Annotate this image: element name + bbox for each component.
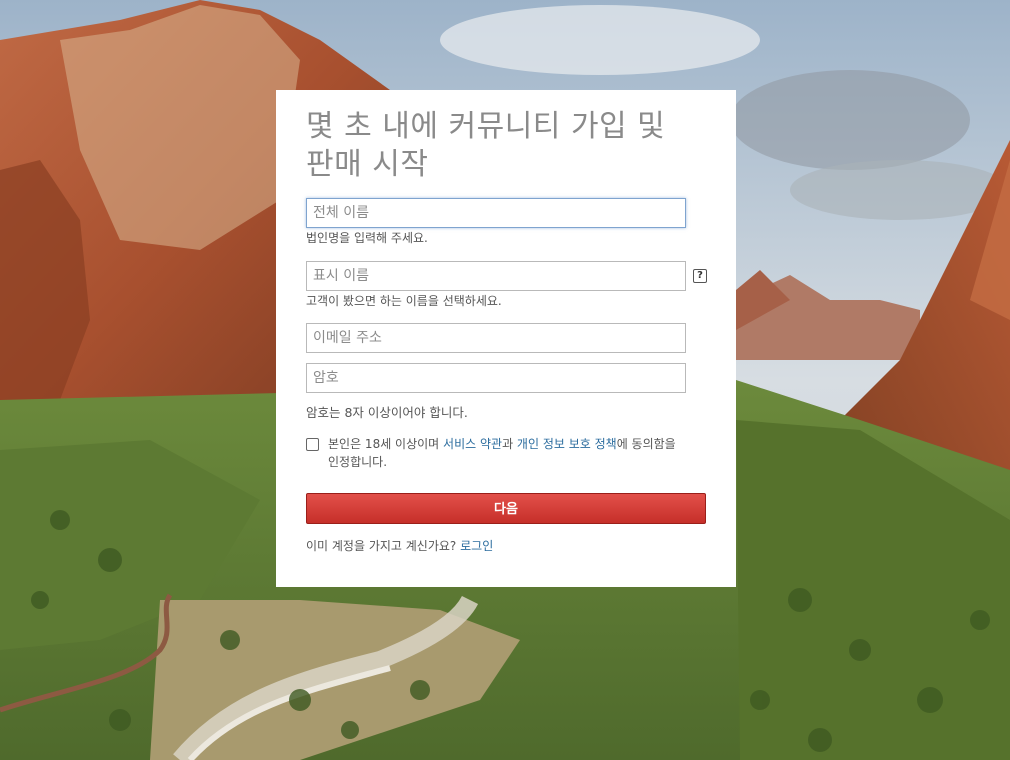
login-row: 이미 계정을 가지고 계신가요? 로그인 (306, 537, 706, 554)
display-name-input[interactable] (307, 262, 685, 290)
display-name-field: ? (306, 261, 707, 291)
privacy-policy-link[interactable]: 개인 정보 보호 정책 (517, 437, 617, 451)
email-field (306, 323, 686, 353)
signup-card: 몇 초 내에 커뮤니티 가입 및 판매 시작 법인명을 입력해 주세요. ? 고… (276, 90, 736, 587)
question-icon[interactable]: ? (693, 269, 707, 283)
full-name-row: 법인명을 입력해 주세요. (306, 198, 706, 245)
display-name-row: ? 고객이 봤으면 하는 이름을 선택하세요. (306, 261, 707, 308)
password-input[interactable] (307, 364, 685, 392)
login-link[interactable]: 로그인 (460, 539, 493, 553)
title-line-1: 몇 초 내에 커뮤니티 가입 및 (306, 109, 666, 144)
password-field (306, 363, 686, 393)
consent-text-middle: 과 (502, 437, 517, 451)
consent-checkbox[interactable] (306, 438, 319, 451)
email-input[interactable] (307, 324, 685, 352)
full-name-hint: 법인명을 입력해 주세요. (306, 231, 428, 245)
next-button[interactable]: 다음 (306, 493, 706, 524)
full-name-field (306, 198, 686, 228)
consent-row: 본인은 18세 이상이며 서비스 약관과 개인 정보 보호 정책에 동의함을 인… (306, 435, 686, 471)
display-name-hint: 고객이 봤으면 하는 이름을 선택하세요. (306, 294, 502, 308)
terms-of-service-link[interactable]: 서비스 약관 (443, 437, 502, 451)
login-prompt: 이미 계정을 가지고 계신가요? (306, 539, 461, 553)
password-row: 암호는 8자 이상이어야 합니다. (306, 363, 706, 421)
title-line-2: 판매 시작 (306, 147, 429, 182)
email-row (306, 323, 706, 353)
full-name-input[interactable] (307, 199, 685, 227)
page-title: 몇 초 내에 커뮤니티 가입 및 판매 시작 (306, 108, 706, 184)
consent-text-before: 본인은 18세 이상이며 (328, 437, 444, 451)
password-hint: 암호는 8자 이상이어야 합니다. (306, 405, 468, 420)
